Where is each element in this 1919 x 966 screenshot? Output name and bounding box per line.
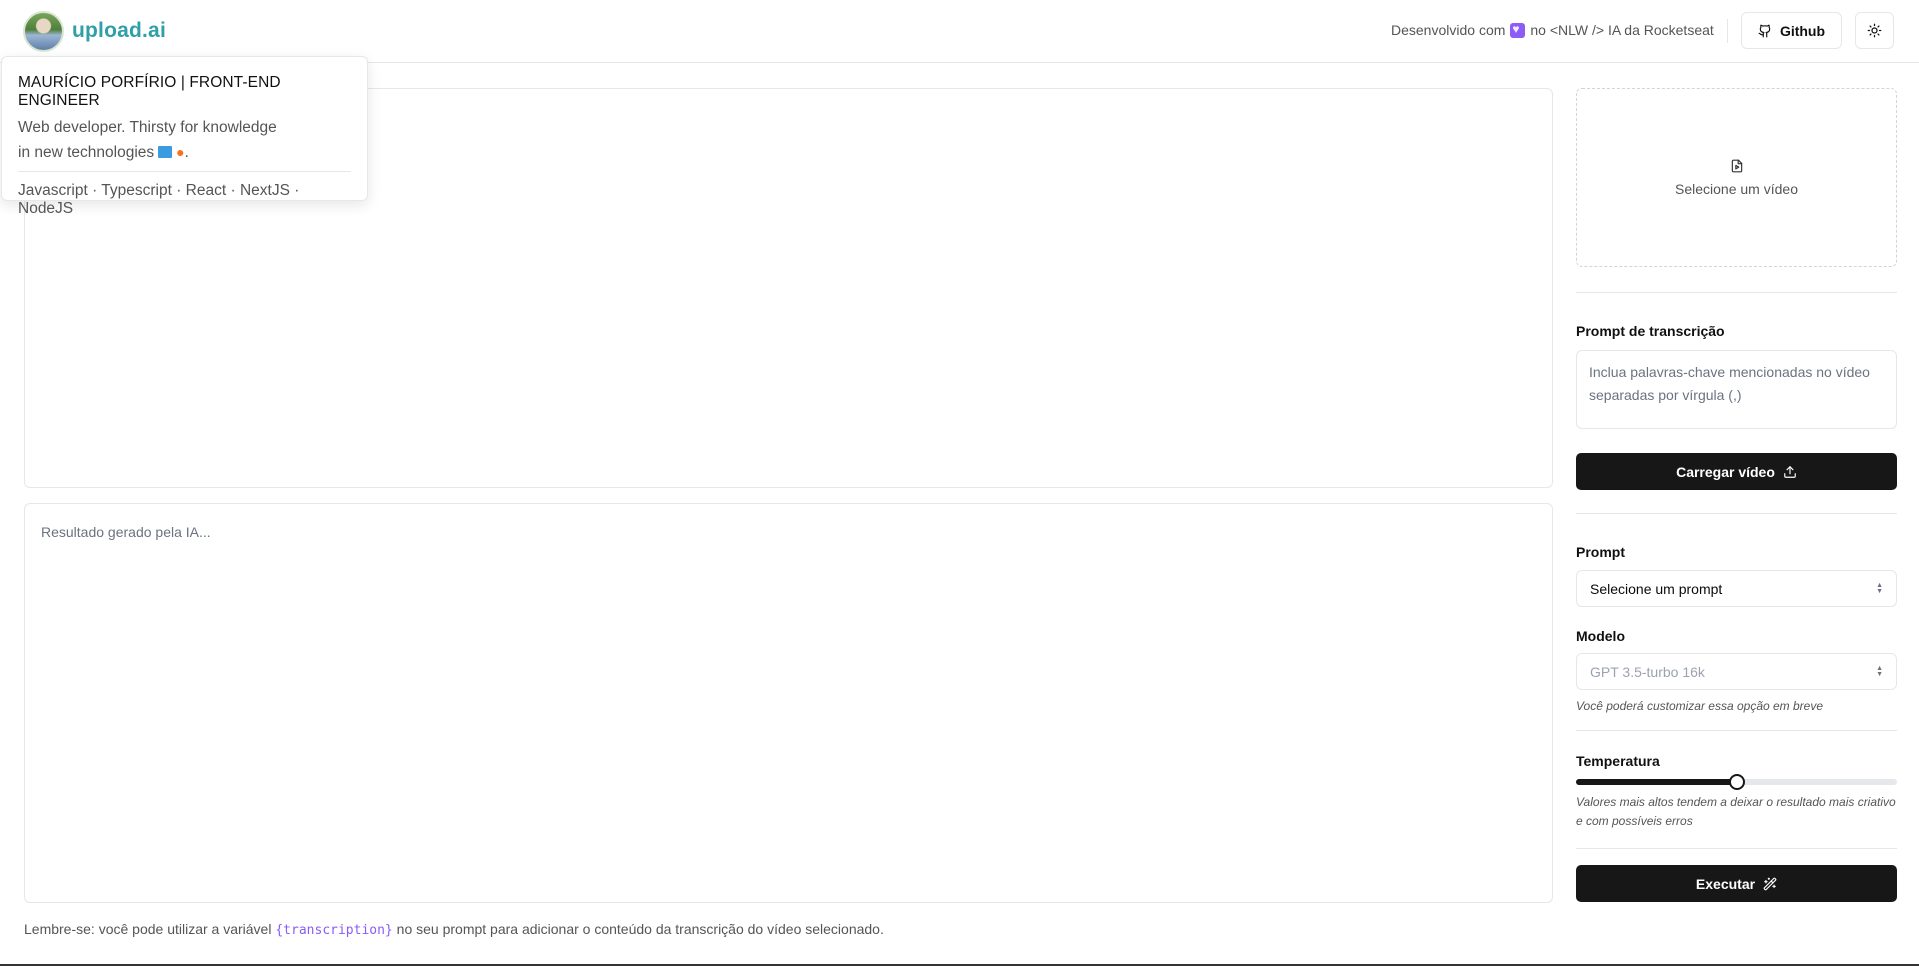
model-select[interactable]: GPT 3.5-turbo 16k ▲ ▼ <box>1576 653 1897 690</box>
select-video-label: Selecione um vídeo <box>1675 180 1798 197</box>
result-textarea[interactable]: Resultado gerado pela IA... <box>24 503 1553 903</box>
temperature-hint: Valores mais altos tendem a deixar o res… <box>1576 795 1896 828</box>
divider <box>1576 848 1897 849</box>
temperature-slider-thumb[interactable] <box>1728 774 1745 790</box>
divider <box>1576 292 1897 293</box>
execute-button[interactable]: Executar <box>1576 865 1897 902</box>
avatar[interactable] <box>23 11 64 52</box>
upload-video-label: Carregar vídeo <box>1676 463 1775 480</box>
video-dropzone[interactable]: Selecione um vídeo <box>1576 88 1897 267</box>
temperature-slider[interactable] <box>1576 774 1897 790</box>
divider <box>1576 730 1897 731</box>
heart-icon <box>1510 22 1526 38</box>
github-button[interactable]: Github <box>1741 12 1842 49</box>
chevrons-up-down-icon: ▲ ▼ <box>1876 664 1883 678</box>
transcription-prompt-input[interactable]: Inclua palavras-chave mencionadas no víd… <box>1576 350 1897 429</box>
profile-bio-line2: in new technologies <box>18 144 155 161</box>
fire-icon: ● <box>176 144 185 160</box>
prompt-select[interactable]: Selecione um prompt ▲ ▼ <box>1576 570 1897 607</box>
theme-toggle-button[interactable] <box>1855 12 1894 49</box>
github-icon <box>1758 24 1771 37</box>
profile-hover-card: MAURÍCIO PORFÍRIO | FRONT-END ENGINEER W… <box>1 56 368 217</box>
app-header: upload.ai Desenvolvido com no <NLW /> IA… <box>0 0 1919 63</box>
execute-label: Executar <box>1695 875 1756 892</box>
sun-icon <box>1867 23 1882 38</box>
credit-suffix: no <NLW /> IA da Rocketseat <box>1530 22 1714 38</box>
profile-bio: Web developer. Thirsty for knowledge in … <box>18 116 318 165</box>
developer-credit: Desenvolvido com no <NLW /> IA da Rocket… <box>1391 22 1714 39</box>
upload-icon <box>1784 465 1796 478</box>
profile-divider <box>18 171 351 172</box>
chevrons-up-down-icon: ▲ ▼ <box>1876 581 1883 595</box>
footnote-prefix: Lembre-se: você pode utilizar a variável <box>24 921 272 937</box>
divider <box>1576 513 1897 514</box>
profile-bio-end: . <box>184 144 189 161</box>
model-select-value: GPT 3.5-turbo 16k <box>1590 663 1705 680</box>
temperature-slider-fill <box>1576 779 1737 785</box>
app-logo: upload.ai <box>72 19 166 42</box>
header-divider <box>1727 19 1728 43</box>
transcription-prompt-label: Prompt de transcrição <box>1576 323 1725 339</box>
file-video-icon <box>1731 159 1742 172</box>
prompt-select-value: Selecione um prompt <box>1590 580 1723 597</box>
book-icon <box>158 146 173 158</box>
github-label: Github <box>1779 22 1826 39</box>
magic-wand-icon <box>1763 877 1777 890</box>
profile-bio-line1: Web developer. Thirsty for knowledge <box>18 119 277 136</box>
model-label: Modelo <box>1576 628 1625 644</box>
profile-name: MAURÍCIO PORFÍRIO | FRONT-END ENGINEER <box>18 74 281 109</box>
prompt-label: Prompt <box>1576 544 1625 560</box>
profile-tech-stack: Javascript · Typescript · React · NextJS… <box>18 182 300 217</box>
upload-video-button[interactable]: Carregar vídeo <box>1576 453 1897 490</box>
transcription-variable: {transcription} <box>275 923 393 938</box>
footnote-suffix: no seu prompt para adicionar o conteúdo … <box>396 921 884 937</box>
result-placeholder: Resultado gerado pela IA... <box>41 524 211 540</box>
footnote: Lembre-se: você pode utilizar a variável… <box>24 921 884 938</box>
credit-prefix: Desenvolvido com <box>1391 22 1506 38</box>
temperature-label: Temperatura <box>1576 753 1660 769</box>
model-hint: Você poderá customizar essa opção em bre… <box>1576 699 1824 713</box>
